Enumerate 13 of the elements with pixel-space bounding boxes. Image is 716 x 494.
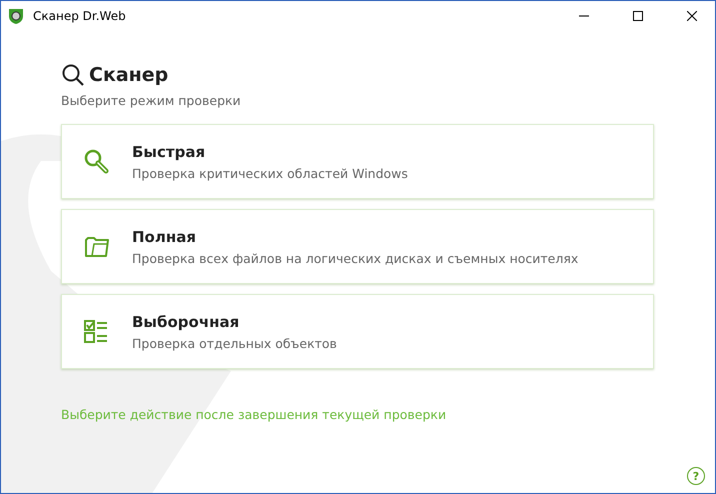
checklist-icon [84, 320, 110, 344]
scan-mode-card[interactable]: Полная Проверка всех файлов на логических дисках и съемных носителях [61, 209, 654, 284]
page-title: Сканер [89, 64, 168, 86]
window-title: Сканер Dr.Web [33, 9, 127, 23]
close-icon [687, 11, 697, 21]
magnifier-icon [84, 148, 110, 174]
page-subtitle: Выберите режим проверки [61, 93, 242, 108]
maximize-icon [633, 11, 643, 21]
folder-icon [84, 236, 110, 258]
scan-mode-card[interactable]: Выборочная Проверка отдельных объектов [61, 294, 654, 369]
search-icon [61, 63, 85, 87]
shield-logo-icon [7, 7, 25, 25]
scan-mode-card[interactable]: Быстрая Проверка критических областей Windows [61, 124, 654, 199]
